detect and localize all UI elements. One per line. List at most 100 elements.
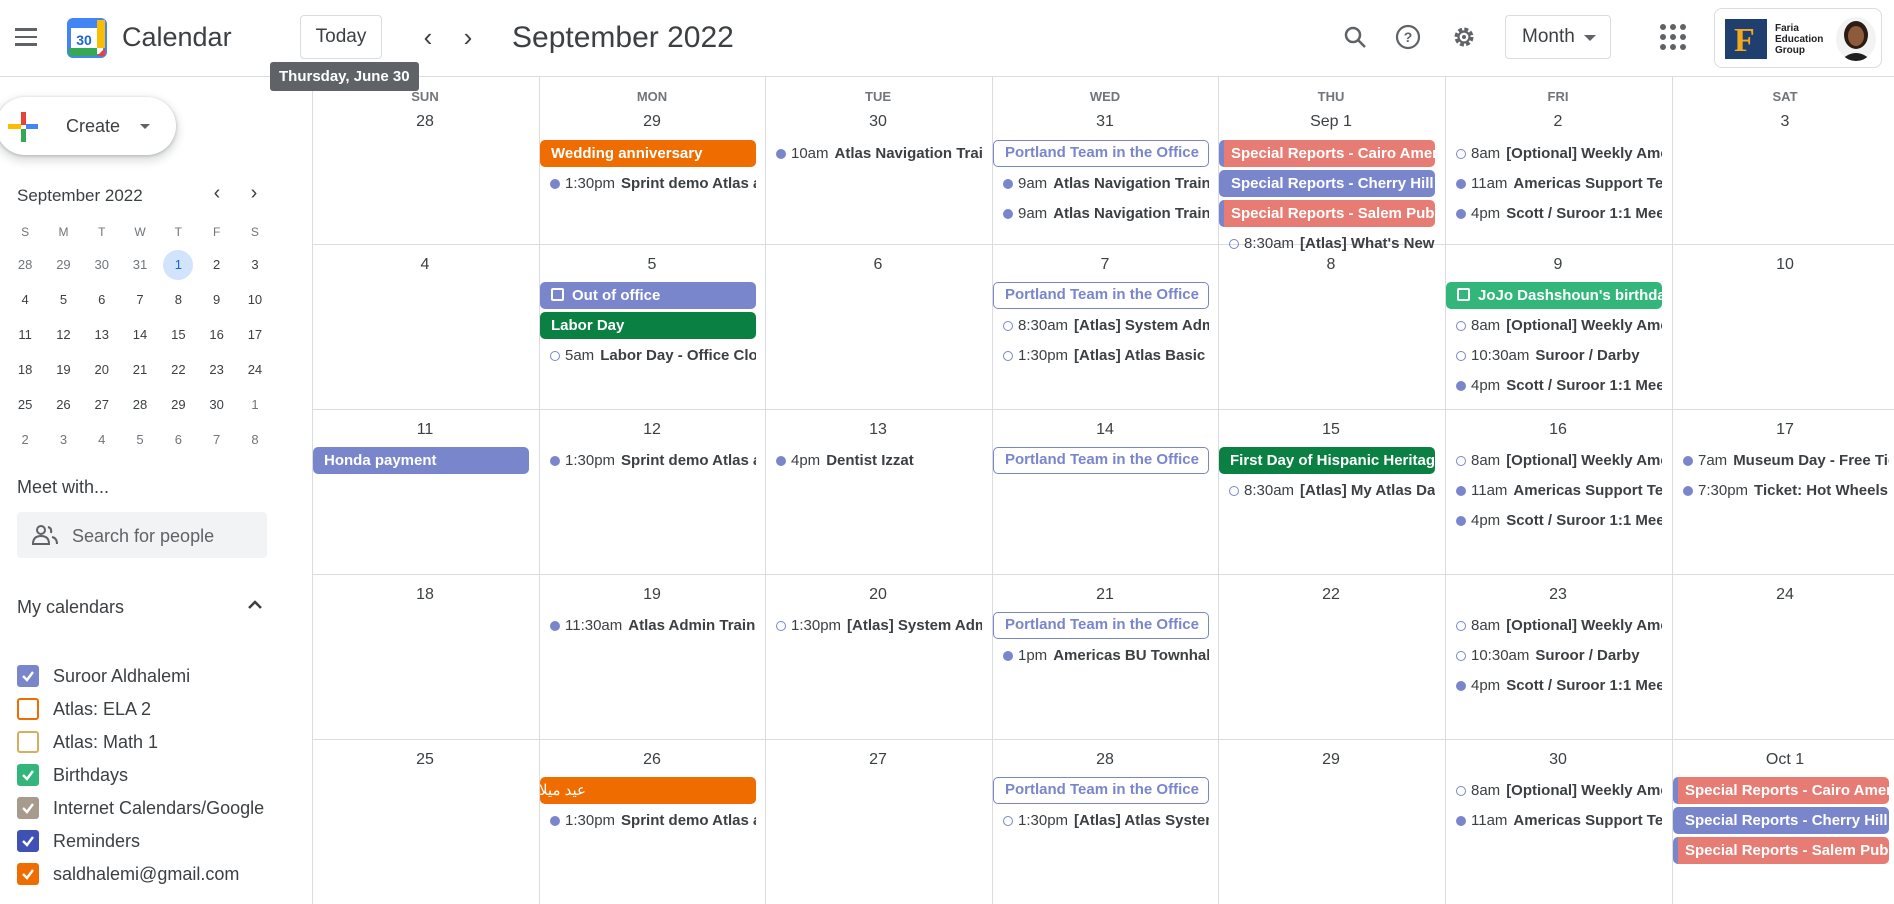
event-item[interactable]: 4pm Scott / Suroor 1:1 Mee: [1445, 200, 1662, 227]
previous-month-icon[interactable]: ‹: [411, 20, 445, 54]
day-number[interactable]: 5: [539, 256, 765, 274]
event-item[interactable]: 8:30am [Atlas] My Atlas Das: [1218, 477, 1435, 504]
create-button[interactable]: Create: [0, 97, 176, 155]
event-item[interactable]: 9am Atlas Navigation Traini: [992, 170, 1209, 197]
day-number[interactable]: 10: [1672, 256, 1894, 274]
day-number[interactable]: 6: [765, 256, 991, 274]
event-chip[interactable]: Special Reports - Cherry Hill I: [1219, 170, 1435, 197]
event-chip[interactable]: Out of office: [540, 282, 756, 309]
day-number[interactable]: 28: [312, 113, 538, 131]
mini-day[interactable]: 5: [121, 422, 159, 457]
user-avatar[interactable]: [1836, 17, 1876, 61]
mini-day[interactable]: 30: [83, 247, 121, 282]
mini-day[interactable]: 13: [83, 317, 121, 352]
search-people-input[interactable]: Search for people: [17, 512, 267, 558]
day-number[interactable]: 19: [539, 586, 765, 604]
mini-day[interactable]: 12: [44, 317, 82, 352]
mini-day[interactable]: 7: [121, 282, 159, 317]
account-switcher[interactable]: F Faria Education Group: [1714, 8, 1882, 68]
checkbox-checked-icon[interactable]: [17, 665, 39, 687]
day-number[interactable]: 16: [1445, 421, 1671, 439]
event-item[interactable]: 9am Atlas Navigation Traini: [992, 200, 1209, 227]
event-chip[interactable]: JoJo Dashshoun's birthda: [1446, 282, 1662, 309]
day-number[interactable]: 23: [1445, 586, 1671, 604]
today-button[interactable]: Today: [300, 15, 382, 59]
mini-day[interactable]: 6: [83, 282, 121, 317]
day-number[interactable]: 31: [992, 113, 1218, 131]
mini-day[interactable]: 15: [159, 317, 197, 352]
day-cell[interactable]: [312, 77, 539, 242]
event-chip[interactable]: Special Reports - Salem Publ: [1673, 837, 1889, 864]
mini-day[interactable]: 1: [236, 387, 274, 422]
event-chip[interactable]: Portland Team in the Office: [993, 777, 1209, 804]
day-number[interactable]: 14: [992, 421, 1218, 439]
event-item[interactable]: 8am [Optional] Weekly Amer: [1445, 140, 1662, 167]
day-number[interactable]: 27: [765, 751, 991, 769]
mini-day[interactable]: 2: [197, 247, 235, 282]
mini-day[interactable]: 2: [6, 422, 44, 457]
day-number[interactable]: 18: [312, 586, 538, 604]
mini-day[interactable]: 30: [197, 387, 235, 422]
day-number[interactable]: 11: [312, 421, 538, 439]
event-item[interactable]: 1:30pm Sprint demo Atlas a: [539, 807, 756, 834]
day-number[interactable]: 7: [992, 256, 1218, 274]
mini-day[interactable]: 3: [44, 422, 82, 457]
event-item[interactable]: 7am Museum Day - Free Tic: [1672, 447, 1889, 474]
mini-day[interactable]: 22: [159, 352, 197, 387]
mini-day[interactable]: 26: [44, 387, 82, 422]
calendar-item[interactable]: Atlas: Math 1: [17, 727, 158, 757]
mini-next-month-icon[interactable]: ›: [242, 181, 266, 205]
mini-day[interactable]: 7: [197, 422, 235, 457]
checkbox-checked-icon[interactable]: [17, 797, 39, 819]
day-number[interactable]: 17: [1672, 421, 1894, 439]
mini-day[interactable]: 14: [121, 317, 159, 352]
day-number[interactable]: 26: [539, 751, 765, 769]
event-item[interactable]: 11am Americas Support Tea: [1445, 170, 1662, 197]
calendar-item[interactable]: Reminders: [17, 826, 140, 856]
event-item[interactable]: 8:30am [Atlas] System Adm: [992, 312, 1209, 339]
calendar-item[interactable]: Internet Calendars/Google: [17, 793, 264, 823]
event-item[interactable]: 1:30pm Sprint demo Atlas a: [539, 170, 756, 197]
next-month-icon[interactable]: ›: [451, 20, 485, 54]
day-number[interactable]: 22: [1218, 586, 1444, 604]
event-item[interactable]: 4pm Scott / Suroor 1:1 Mee: [1445, 372, 1662, 399]
checkbox-unchecked-icon[interactable]: [17, 731, 39, 753]
google-apps-icon[interactable]: [1660, 24, 1686, 50]
main-menu-icon[interactable]: [10, 17, 44, 57]
event-chip[interactable]: Portland Team in the Office: [993, 612, 1209, 639]
mini-day[interactable]: 17: [236, 317, 274, 352]
mini-day[interactable]: 25: [6, 387, 44, 422]
day-number[interactable]: 21: [992, 586, 1218, 604]
mini-day[interactable]: 9: [197, 282, 235, 317]
calendar-item[interactable]: Atlas: ELA 2: [17, 694, 151, 724]
day-number[interactable]: 4: [312, 256, 538, 274]
mini-day[interactable]: 4: [6, 282, 44, 317]
mini-day[interactable]: 8: [236, 422, 274, 457]
event-item[interactable]: 10am Atlas Navigation Trair: [765, 140, 982, 167]
checkbox-checked-icon[interactable]: [17, 863, 39, 885]
day-number[interactable]: 15: [1218, 421, 1444, 439]
mini-day[interactable]: 18: [6, 352, 44, 387]
event-chip[interactable]: Special Reports - Salem Publ: [1219, 200, 1435, 227]
mini-day[interactable]: 28: [6, 247, 44, 282]
calendar-item[interactable]: saldhalemi@gmail.com: [17, 859, 239, 889]
calendar-item[interactable]: Suroor Aldhalemi: [17, 661, 190, 691]
day-number[interactable]: 28: [992, 751, 1218, 769]
event-chip[interactable]: Portland Team in the Office: [993, 140, 1209, 167]
mini-day[interactable]: 3: [236, 247, 274, 282]
day-number[interactable]: 25: [312, 751, 538, 769]
day-number[interactable]: Oct 1: [1672, 751, 1894, 769]
mini-previous-month-icon[interactable]: ‹: [205, 181, 229, 205]
event-chip[interactable]: عيد ميلاد روجر: [540, 777, 756, 804]
checkbox-unchecked-icon[interactable]: [17, 698, 39, 720]
event-item[interactable]: 1:30pm [Atlas] Atlas System: [992, 807, 1209, 834]
event-item[interactable]: 4pm Scott / Suroor 1:1 Mee: [1445, 672, 1662, 699]
event-item[interactable]: 7:30pm Ticket: Hot Wheels I: [1672, 477, 1889, 504]
mini-day[interactable]: 29: [44, 247, 82, 282]
event-item[interactable]: 1pm Americas BU Townhall: [992, 642, 1209, 669]
day-number[interactable]: 8: [1218, 256, 1444, 274]
day-number[interactable]: 13: [765, 421, 991, 439]
day-number[interactable]: 12: [539, 421, 765, 439]
day-cell[interactable]: [1672, 77, 1894, 242]
mini-day[interactable]: 29: [159, 387, 197, 422]
